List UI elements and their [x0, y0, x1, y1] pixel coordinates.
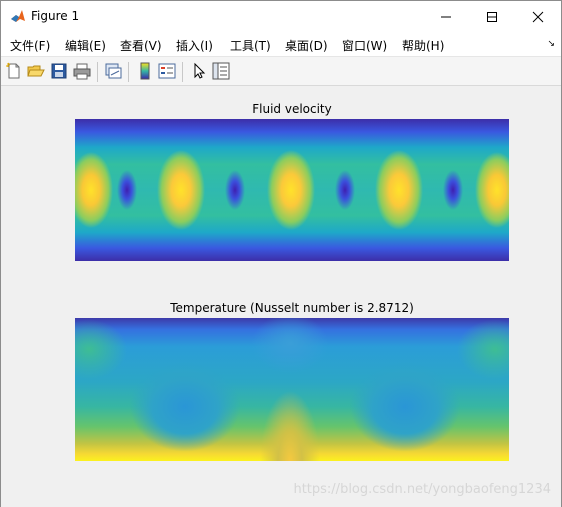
figure-canvas[interactable]: Fluid velocity Temperature (Nusselt numb… [1, 87, 561, 507]
close-button[interactable] [515, 1, 561, 32]
new-figure-icon[interactable] [5, 62, 23, 80]
print-icon[interactable] [73, 62, 91, 80]
temperature-plot-title: Temperature (Nusselt number is 2.8712) [170, 301, 414, 315]
property-inspector-icon[interactable] [212, 62, 230, 80]
link-plot-icon[interactable] [104, 62, 122, 80]
menu-file[interactable]: 文件(F) [10, 37, 50, 54]
watermark-text: https://blog.csdn.net/yongbaofeng1234 [293, 482, 551, 497]
temperature-heatmap[interactable] [75, 318, 509, 461]
insert-legend-icon[interactable] [158, 62, 176, 80]
maximize-button[interactable] [469, 1, 515, 32]
window-title: Figure 1 [31, 9, 80, 23]
minimize-icon [441, 16, 451, 17]
toolbar-separator [128, 62, 129, 82]
toolbar-separator [182, 62, 183, 82]
close-icon [532, 11, 544, 22]
figure-toolbar [1, 56, 561, 86]
matlab-app-icon [10, 8, 26, 24]
menu-desktop[interactable]: 桌面(D) [285, 37, 328, 54]
menu-window[interactable]: 窗口(W) [342, 37, 387, 54]
toolbar-separator [97, 62, 98, 82]
pointer-icon[interactable] [190, 62, 208, 80]
menubar-overflow-icon[interactable]: ↘ [547, 39, 555, 49]
minimize-button-area[interactable] [423, 1, 469, 32]
menu-edit[interactable]: 编辑(E) [65, 37, 106, 54]
open-file-icon[interactable] [27, 62, 45, 80]
menu-bar: 文件(F) 编辑(E) 查看(V) 插入(I) 工具(T) 桌面(D) 窗口(W… [1, 32, 561, 56]
menu-insert[interactable]: 插入(I) [176, 37, 213, 54]
maximize-icon [487, 11, 497, 22]
menu-help[interactable]: 帮助(H) [402, 37, 444, 54]
menu-tools[interactable]: 工具(T) [230, 37, 271, 54]
velocity-heatmap[interactable] [75, 119, 509, 261]
figure-window: Figure 1 文件(F) 编辑(E) 查看(V) 插入(I) 工具(T) 桌… [0, 0, 562, 507]
save-icon[interactable] [50, 62, 68, 80]
menu-view[interactable]: 查看(V) [120, 37, 162, 54]
insert-colorbar-icon[interactable] [136, 62, 154, 80]
velocity-plot-title: Fluid velocity [252, 102, 332, 116]
